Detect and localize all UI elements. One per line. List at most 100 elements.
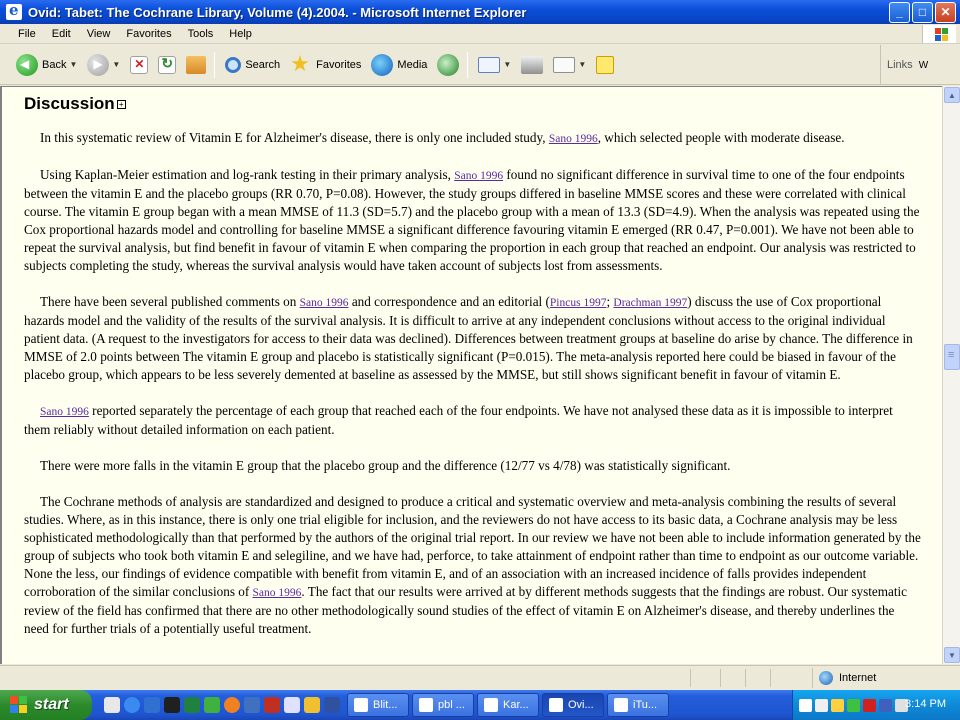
reference-link[interactable]: Sano 1996 (454, 170, 503, 182)
reference-link[interactable]: Drachman 1997 (613, 297, 687, 309)
menu-view[interactable]: View (79, 28, 119, 40)
task-icon (354, 698, 368, 712)
stop-button[interactable] (126, 49, 152, 81)
status-bar: Internet (0, 665, 960, 689)
app-icon[interactable] (244, 697, 260, 713)
favorites-button[interactable]: Favorites (286, 49, 365, 81)
start-button[interactable]: start (0, 690, 92, 720)
scroll-down-icon[interactable]: ▼ (944, 647, 960, 663)
app-icon[interactable] (164, 697, 180, 713)
edit-icon (553, 56, 576, 73)
powerpoint-icon[interactable] (264, 697, 280, 713)
dropdown-arrow-icon[interactable]: ▼ (112, 60, 120, 69)
paragraph-text: There were more falls in the vitamin E g… (40, 458, 731, 473)
printer-icon (521, 55, 544, 74)
home-button[interactable] (182, 49, 210, 81)
paragraph: Using Kaplan-Meier estimation and log-ra… (24, 166, 922, 275)
history-button[interactable] (433, 49, 463, 81)
expand-icon[interactable]: + (116, 100, 126, 110)
media-label: Media (397, 58, 428, 71)
reference-link[interactable]: Sano 1996 (40, 406, 89, 418)
favorites-label: Favorites (316, 58, 362, 71)
section-heading: Discussion + (24, 93, 922, 115)
app-icon[interactable] (324, 697, 340, 713)
dropdown-arrow-icon[interactable]: ▼ (503, 60, 511, 69)
window-title: Ovid: Tabet: The Cochrane Library, Volum… (28, 4, 527, 20)
taskbar-item[interactable]: iTu... (607, 693, 669, 717)
note-icon (596, 55, 615, 74)
forward-button[interactable]: ▼ (83, 49, 124, 81)
refresh-button[interactable] (154, 49, 180, 81)
globe-icon (819, 671, 833, 685)
paragraph-text: There have been several published commen… (40, 294, 300, 309)
windows-logo-icon (922, 25, 956, 43)
task-icon (614, 698, 628, 712)
word-icon[interactable] (284, 697, 300, 713)
title-bar: Ovid: Tabet: The Cochrane Library, Volum… (0, 0, 960, 24)
back-button[interactable]: Back ▼ (12, 49, 81, 81)
media-icon (371, 53, 394, 76)
menu-tools[interactable]: Tools (180, 28, 222, 40)
scroll-up-icon[interactable]: ▲ (944, 87, 960, 103)
menu-favorites[interactable]: Favorites (118, 28, 179, 40)
back-label: Back (42, 58, 67, 71)
ie-icon[interactable] (124, 697, 140, 713)
vertical-scrollbar[interactable]: ▲ ▼ (942, 86, 960, 664)
links-bar[interactable]: Links W (880, 45, 960, 85)
media-player-icon[interactable] (224, 697, 240, 713)
tray-icon[interactable] (847, 698, 860, 712)
menu-file[interactable]: File (0, 28, 44, 40)
task-label: Blit... (373, 699, 398, 711)
app-icon[interactable] (204, 697, 220, 713)
heading-text: Discussion (24, 94, 115, 113)
paragraph: The Cochrane methods of analysis are sta… (24, 493, 922, 638)
desktop-icon[interactable] (104, 697, 120, 713)
stop-icon (130, 55, 149, 74)
excel-icon[interactable] (184, 697, 200, 713)
mail-button[interactable]: ▼ (474, 49, 515, 81)
link-ie-icon[interactable]: W (919, 60, 929, 71)
status-divider (720, 669, 721, 687)
paragraph: Sano 1996 reported separately the percen… (24, 402, 922, 439)
tray-icon[interactable] (879, 698, 892, 712)
reference-link[interactable]: Pincus 1997 (550, 297, 607, 309)
print-button[interactable] (517, 49, 547, 81)
document: Discussion + In this systematic review of… (2, 87, 942, 638)
task-label: Kar... (503, 699, 529, 711)
taskbar-item[interactable]: pbl ... (412, 693, 474, 717)
folder-icon[interactable] (304, 697, 320, 713)
tray-icon[interactable] (815, 698, 828, 712)
menu-edit[interactable]: Edit (44, 28, 79, 40)
page-content: Discussion + In this systematic review of… (0, 86, 942, 664)
outlook-icon[interactable] (144, 697, 160, 713)
taskbar-item[interactable]: Blit... (347, 693, 409, 717)
tray-icon[interactable] (799, 698, 812, 712)
status-divider (745, 669, 746, 687)
dropdown-arrow-icon[interactable]: ▼ (69, 60, 77, 69)
minimize-button[interactable]: _ (889, 1, 910, 23)
paragraph-text: reported separately the percentage of ea… (24, 403, 893, 437)
edit-button[interactable]: ▼ (549, 49, 590, 81)
notes-button[interactable] (592, 49, 618, 81)
paragraph-text: In this systematic review of Vitamin E f… (40, 130, 549, 145)
zone-label: Internet (839, 672, 877, 684)
maximize-button[interactable]: □ (912, 1, 933, 23)
scroll-thumb[interactable] (944, 344, 960, 370)
back-arrow-icon (16, 53, 38, 76)
menu-help[interactable]: Help (221, 28, 260, 40)
task-icon (484, 698, 498, 712)
taskbar-item[interactable]: Kar... (477, 693, 539, 717)
reference-link[interactable]: Sano 1996 (549, 133, 598, 145)
mail-icon (478, 56, 501, 73)
search-button[interactable]: Search (221, 49, 284, 81)
media-button[interactable]: Media (367, 49, 431, 81)
reference-link[interactable]: Sano 1996 (300, 297, 349, 309)
paragraph: There have been several published commen… (24, 293, 922, 384)
close-button[interactable]: ✕ (935, 1, 956, 23)
paragraph-text: , which selected people with moderate di… (597, 130, 845, 145)
reference-link[interactable]: Sano 1996 (253, 587, 302, 599)
dropdown-arrow-icon[interactable]: ▼ (578, 60, 586, 69)
tray-icon[interactable] (831, 698, 844, 712)
taskbar-item-active[interactable]: Ovi... (542, 693, 604, 717)
tray-icon[interactable] (863, 698, 876, 712)
